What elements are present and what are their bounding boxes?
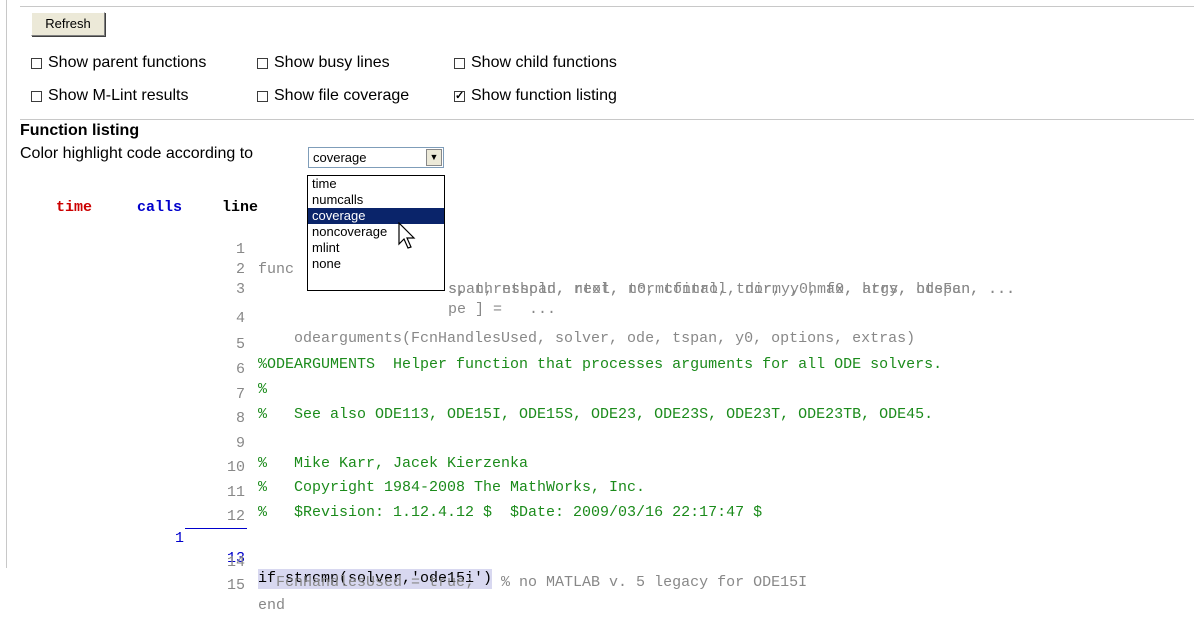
- code-line: 12: [0, 487, 1194, 525]
- code-line: 15 end: [0, 556, 1194, 614]
- show-function-listing-option[interactable]: ✓ Show function listing: [454, 86, 617, 106]
- show-mlint-results-checkbox[interactable]: [31, 90, 42, 102]
- color-highlight-label: Color highlight code according to: [20, 145, 254, 162]
- code-line: 2 s, threshold, rtol, normcontrol, normy…: [0, 240, 1194, 298]
- dropdown-option-coverage[interactable]: coverage: [308, 208, 444, 224]
- show-busy-lines-label: Show busy lines: [274, 54, 390, 71]
- line-number: 15: [226, 577, 245, 594]
- show-mlint-results-option[interactable]: Show M-Lint results: [31, 86, 189, 106]
- dropdown-option-numcalls[interactable]: numcalls: [308, 192, 444, 208]
- show-function-listing-checkbox[interactable]: ✓: [454, 90, 465, 102]
- show-parent-functions-checkbox[interactable]: [31, 57, 42, 69]
- show-busy-lines-option[interactable]: Show busy lines: [257, 53, 390, 73]
- show-busy-lines-checkbox[interactable]: [257, 57, 268, 69]
- show-file-coverage-checkbox[interactable]: [257, 90, 268, 102]
- show-child-functions-option[interactable]: Show child functions: [454, 53, 617, 73]
- color-highlight-select[interactable]: coverage ▼: [308, 147, 444, 168]
- code-line: 14 FcnHandlesUsed = true; % no MATLAB v.…: [0, 533, 1194, 591]
- code-line: 1 func span, ntspan, next, t0, tfinal, t…: [0, 220, 1194, 298]
- line-link-underline: [185, 528, 247, 529]
- show-child-functions-label: Show child functions: [471, 54, 617, 71]
- code-line-covered: 1 13 if strcmp(solver,'ode15i'): [0, 509, 1194, 589]
- section-divider: [20, 119, 1194, 120]
- refresh-button[interactable]: Refresh: [31, 12, 105, 36]
- show-parent-functions-label: Show parent functions: [48, 54, 207, 71]
- show-parent-functions-option[interactable]: Show parent functions: [31, 53, 206, 73]
- show-file-coverage-label: Show file coverage: [274, 87, 410, 104]
- show-mlint-results-label: Show M-Lint results: [48, 87, 189, 104]
- column-header-line: line: [222, 199, 259, 216]
- color-highlight-select-value: coverage: [313, 150, 367, 165]
- code-line: 7 % See also ODE113, ODE15I, ODE15S, ODE…: [0, 365, 1194, 423]
- column-header-time: time: [56, 199, 93, 216]
- code-line: 8: [0, 389, 1194, 427]
- color-highlight-dropdown-list: time numcalls coverage noncoverage mlint…: [307, 175, 445, 291]
- code-line: 6 %: [0, 340, 1194, 398]
- column-header-calls: calls: [137, 199, 183, 216]
- code-line: 4 odearguments(FcnHandlesUsed, solver, o…: [0, 289, 1194, 347]
- code-line: 5 %ODEARGUMENTS Helper function that pro…: [0, 315, 1194, 373]
- top-divider: [20, 6, 1194, 7]
- code-text: end: [258, 597, 286, 614]
- dropdown-option-noncoverage[interactable]: noncoverage: [308, 224, 444, 240]
- code-line: 10 % Copyright 1984-2008 The MathWorks, …: [0, 438, 1194, 496]
- dropdown-option-none[interactable]: none: [308, 256, 444, 272]
- code-line: 11 % $Revision: 1.12.4.12 $ $Date: 2009/…: [0, 463, 1194, 521]
- function-listing-heading: Function listing: [20, 122, 140, 139]
- dropdown-option-time[interactable]: time: [308, 176, 444, 192]
- show-function-listing-label: Show function listing: [471, 87, 617, 104]
- show-file-coverage-option[interactable]: Show file coverage: [257, 86, 409, 106]
- code-line: 3 pe ] = ...: [0, 260, 1194, 318]
- dropdown-arrow-icon[interactable]: ▼: [426, 149, 442, 166]
- code-line: 9 % Mike Karr, Jacek Kierzenka: [0, 414, 1194, 472]
- code-text: FcnHandlesUsed = true; % no MATLAB v. 5 …: [258, 574, 808, 591]
- dropdown-option-mlint[interactable]: mlint: [308, 240, 444, 256]
- show-child-functions-checkbox[interactable]: [454, 57, 465, 69]
- mouse-pointer-icon: [398, 222, 416, 249]
